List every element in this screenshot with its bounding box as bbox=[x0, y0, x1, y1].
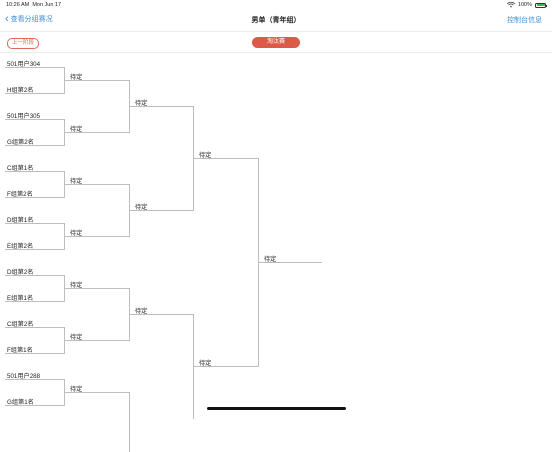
console-info-button[interactable]: 控制台信息 bbox=[507, 15, 542, 25]
bracket-line bbox=[129, 392, 130, 452]
bracket-line bbox=[5, 119, 64, 120]
bracket-line bbox=[5, 327, 64, 328]
bracket-line bbox=[5, 301, 64, 302]
match-result-label: 待定 bbox=[70, 386, 83, 393]
match-result-label: 待定 bbox=[70, 230, 83, 237]
match-result-label: 待定 bbox=[264, 256, 277, 263]
wifi-icon bbox=[506, 2, 515, 8]
match-result-label: 待定 bbox=[199, 152, 212, 159]
match-result-label: 待定 bbox=[199, 360, 212, 367]
bracket-line bbox=[5, 249, 64, 250]
match-result-label: 待定 bbox=[70, 74, 83, 81]
bracket-line bbox=[5, 275, 64, 276]
status-bar: 10:26 AM Mon Jun 17 100% bbox=[0, 0, 552, 10]
status-time: 10:26 AM Mon Jun 17 bbox=[6, 2, 62, 8]
match-result-label: 待定 bbox=[135, 308, 148, 315]
battery-percent: 100% bbox=[517, 2, 532, 8]
bracket-line bbox=[5, 379, 64, 380]
match-result-label: 待定 bbox=[70, 126, 83, 133]
bracket-line bbox=[5, 93, 64, 94]
stage-bar: 上一阶段 淘汰赛 bbox=[0, 31, 552, 53]
match-result-label: 待定 bbox=[135, 100, 148, 107]
bracket-line bbox=[5, 67, 64, 68]
match-result-label: 待定 bbox=[70, 178, 83, 185]
bracket-line bbox=[5, 223, 64, 224]
home-indicator bbox=[207, 407, 346, 410]
battery-icon bbox=[535, 2, 547, 8]
bracket-line bbox=[5, 171, 64, 172]
knockout-bracket: 501用户304 H组第2名 待定 501用户305 G组第2名 待定 C组第1名 F组第2名… bbox=[0, 54, 552, 452]
page-title: 男单（青年组） bbox=[251, 17, 301, 24]
status-right: 100% bbox=[506, 2, 547, 8]
bracket-line bbox=[5, 145, 64, 146]
bracket-line bbox=[5, 405, 64, 406]
match-result-label: 待定 bbox=[135, 204, 148, 211]
match-result-label: 待定 bbox=[70, 282, 83, 289]
bracket-line bbox=[5, 353, 64, 354]
nav-bar: ‹ 查看分组赛况 男单（青年组） 控制台信息 bbox=[0, 10, 552, 30]
prev-stage-button[interactable]: 上一阶段 bbox=[7, 38, 40, 49]
current-stage-pill[interactable]: 淘汰赛 bbox=[252, 37, 300, 48]
match-result-label: 待定 bbox=[70, 334, 83, 341]
bracket-line bbox=[5, 197, 64, 198]
